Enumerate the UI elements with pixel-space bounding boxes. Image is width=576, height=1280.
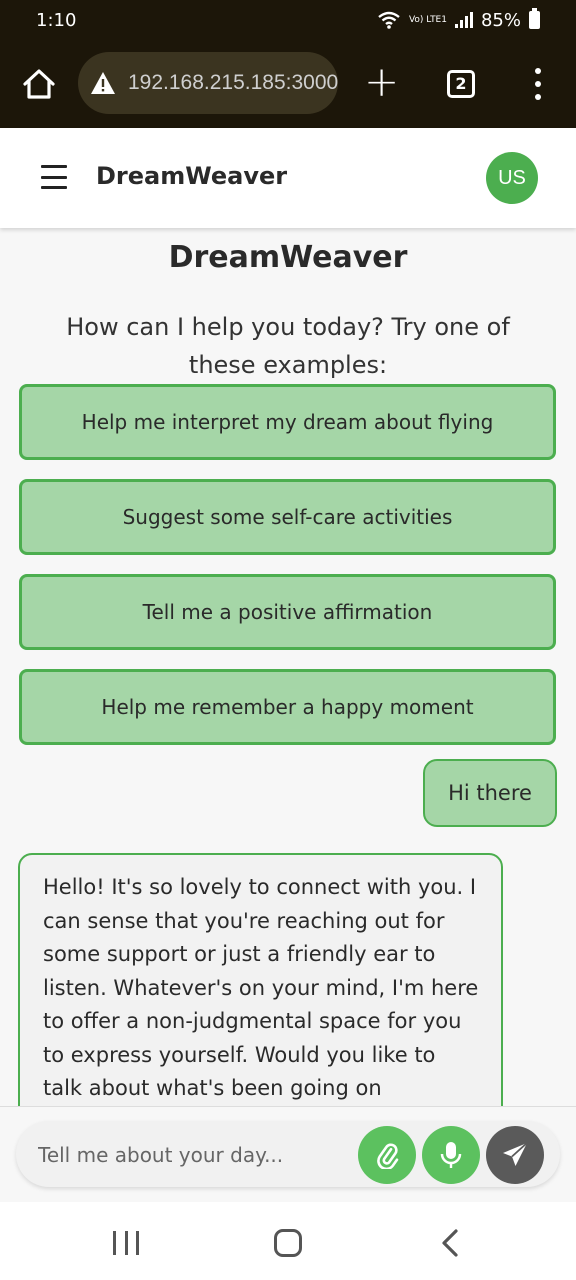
- browser-toolbar: 192.168.215.185:3000 + 2: [0, 40, 576, 128]
- example-prompt-button[interactable]: Help me interpret my dream about flying: [19, 384, 556, 460]
- back-icon[interactable]: [438, 1228, 462, 1258]
- signal-icon: [454, 12, 473, 28]
- composer: [0, 1106, 576, 1202]
- recents-icon[interactable]: [113, 1231, 139, 1255]
- hamburger-icon[interactable]: [41, 165, 67, 189]
- network-type-label: Vo) LTE1: [408, 14, 447, 25]
- battery-icon: [529, 8, 540, 29]
- app-header: DreamWeaver US: [0, 128, 576, 228]
- status-bar: 1:10 Vo) LTE1 85%: [0, 0, 576, 40]
- system-nav-bar: [0, 1202, 576, 1280]
- address-bar[interactable]: 192.168.215.185:3000: [78, 52, 338, 114]
- app-name: DreamWeaver: [96, 162, 288, 190]
- example-prompt-button[interactable]: Suggest some self-care activities: [19, 479, 556, 555]
- composer-box: [16, 1121, 560, 1187]
- browser-menu-icon[interactable]: [532, 68, 544, 100]
- chat-area[interactable]: DreamWeaver How can I help you today? Tr…: [0, 228, 576, 1106]
- send-button[interactable]: [486, 1126, 544, 1184]
- example-prompt-button[interactable]: Tell me a positive affirmation: [19, 574, 556, 650]
- message-input[interactable]: [38, 1139, 338, 1171]
- attach-button[interactable]: [358, 1126, 416, 1184]
- new-tab-button[interactable]: +: [364, 61, 399, 103]
- home-icon[interactable]: [20, 65, 58, 103]
- status-time: 1:10: [36, 9, 77, 31]
- avatar[interactable]: US: [486, 152, 538, 204]
- paperclip-icon: [377, 1143, 399, 1169]
- home-nav-icon[interactable]: [274, 1229, 302, 1257]
- microphone-icon: [440, 1142, 462, 1168]
- page-title: DreamWeaver: [168, 240, 408, 275]
- tab-switcher-button[interactable]: 2: [447, 70, 475, 98]
- intro-text: How can I help you today? Try one of the…: [66, 313, 510, 379]
- user-message: Hi there: [423, 759, 557, 827]
- status-icons: Vo) LTE1 85%: [377, 8, 540, 31]
- assistant-message: Hello! It's so lovely to connect with yo…: [18, 853, 503, 1106]
- example-prompt-button[interactable]: Help me remember a happy moment: [19, 669, 556, 745]
- microphone-button[interactable]: [422, 1126, 480, 1184]
- battery-percent: 85%: [480, 9, 521, 31]
- send-icon: [503, 1142, 528, 1166]
- warning-icon[interactable]: [90, 71, 116, 95]
- url-text[interactable]: 192.168.215.185:3000: [128, 71, 338, 95]
- wifi-icon: [378, 11, 400, 29]
